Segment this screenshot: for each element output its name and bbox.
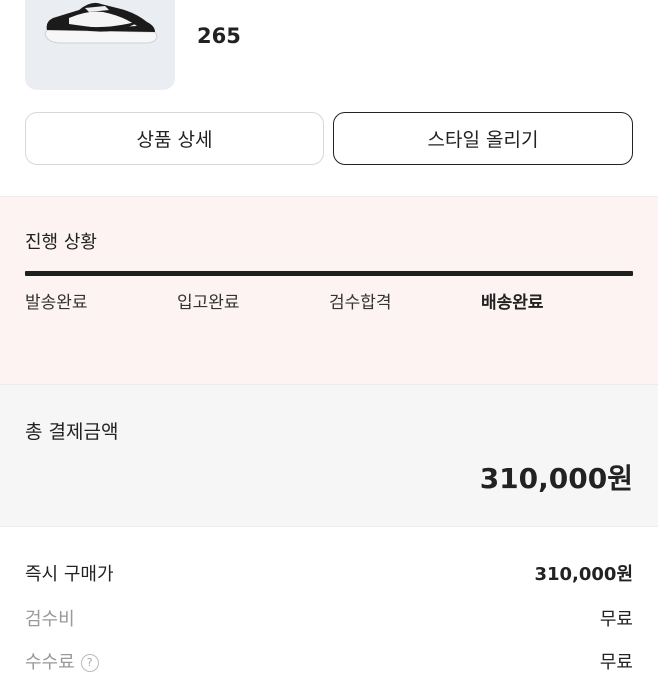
- step-delivered: 배송완료: [481, 293, 544, 313]
- service-fee-row: 수수료?: [25, 648, 99, 674]
- post-style-label: 스타일 올리기: [427, 129, 539, 151]
- product-detail-label: 상품 상세: [136, 129, 213, 151]
- progress-bar: [25, 271, 633, 276]
- total-payment-section: 총 결제금액 310,000원: [0, 384, 658, 527]
- instant-buy-price-value: 310,000원: [534, 564, 633, 585]
- post-style-button[interactable]: 스타일 올리기: [333, 112, 633, 165]
- instant-buy-price-label: 즉시 구매가: [25, 564, 114, 585]
- inspection-fee-value: 무료: [599, 609, 633, 630]
- inspection-fee-label: 검수비: [25, 609, 75, 630]
- progress-title: 진행 상황: [25, 232, 97, 253]
- total-payment-amount: 310,000원: [479, 462, 633, 495]
- service-fee-label: 수수료: [25, 652, 75, 673]
- total-payment-label: 총 결제금액: [25, 421, 119, 443]
- info-icon[interactable]: ?: [80, 654, 99, 672]
- product-size: 265: [197, 24, 241, 48]
- progress-section: 진행 상황 발송완료 입고완료 검수합격 배송완료: [0, 197, 658, 384]
- service-fee-value: 무료: [599, 652, 633, 673]
- product-thumbnail[interactable]: [25, 0, 175, 90]
- step-inspection-passed: 검수합격: [329, 293, 392, 313]
- sneaker-icon: [44, 2, 158, 44]
- step-received: 입고완료: [177, 293, 240, 313]
- product-detail-button[interactable]: 상품 상세: [25, 112, 324, 165]
- step-shipped: 발송완료: [25, 293, 88, 313]
